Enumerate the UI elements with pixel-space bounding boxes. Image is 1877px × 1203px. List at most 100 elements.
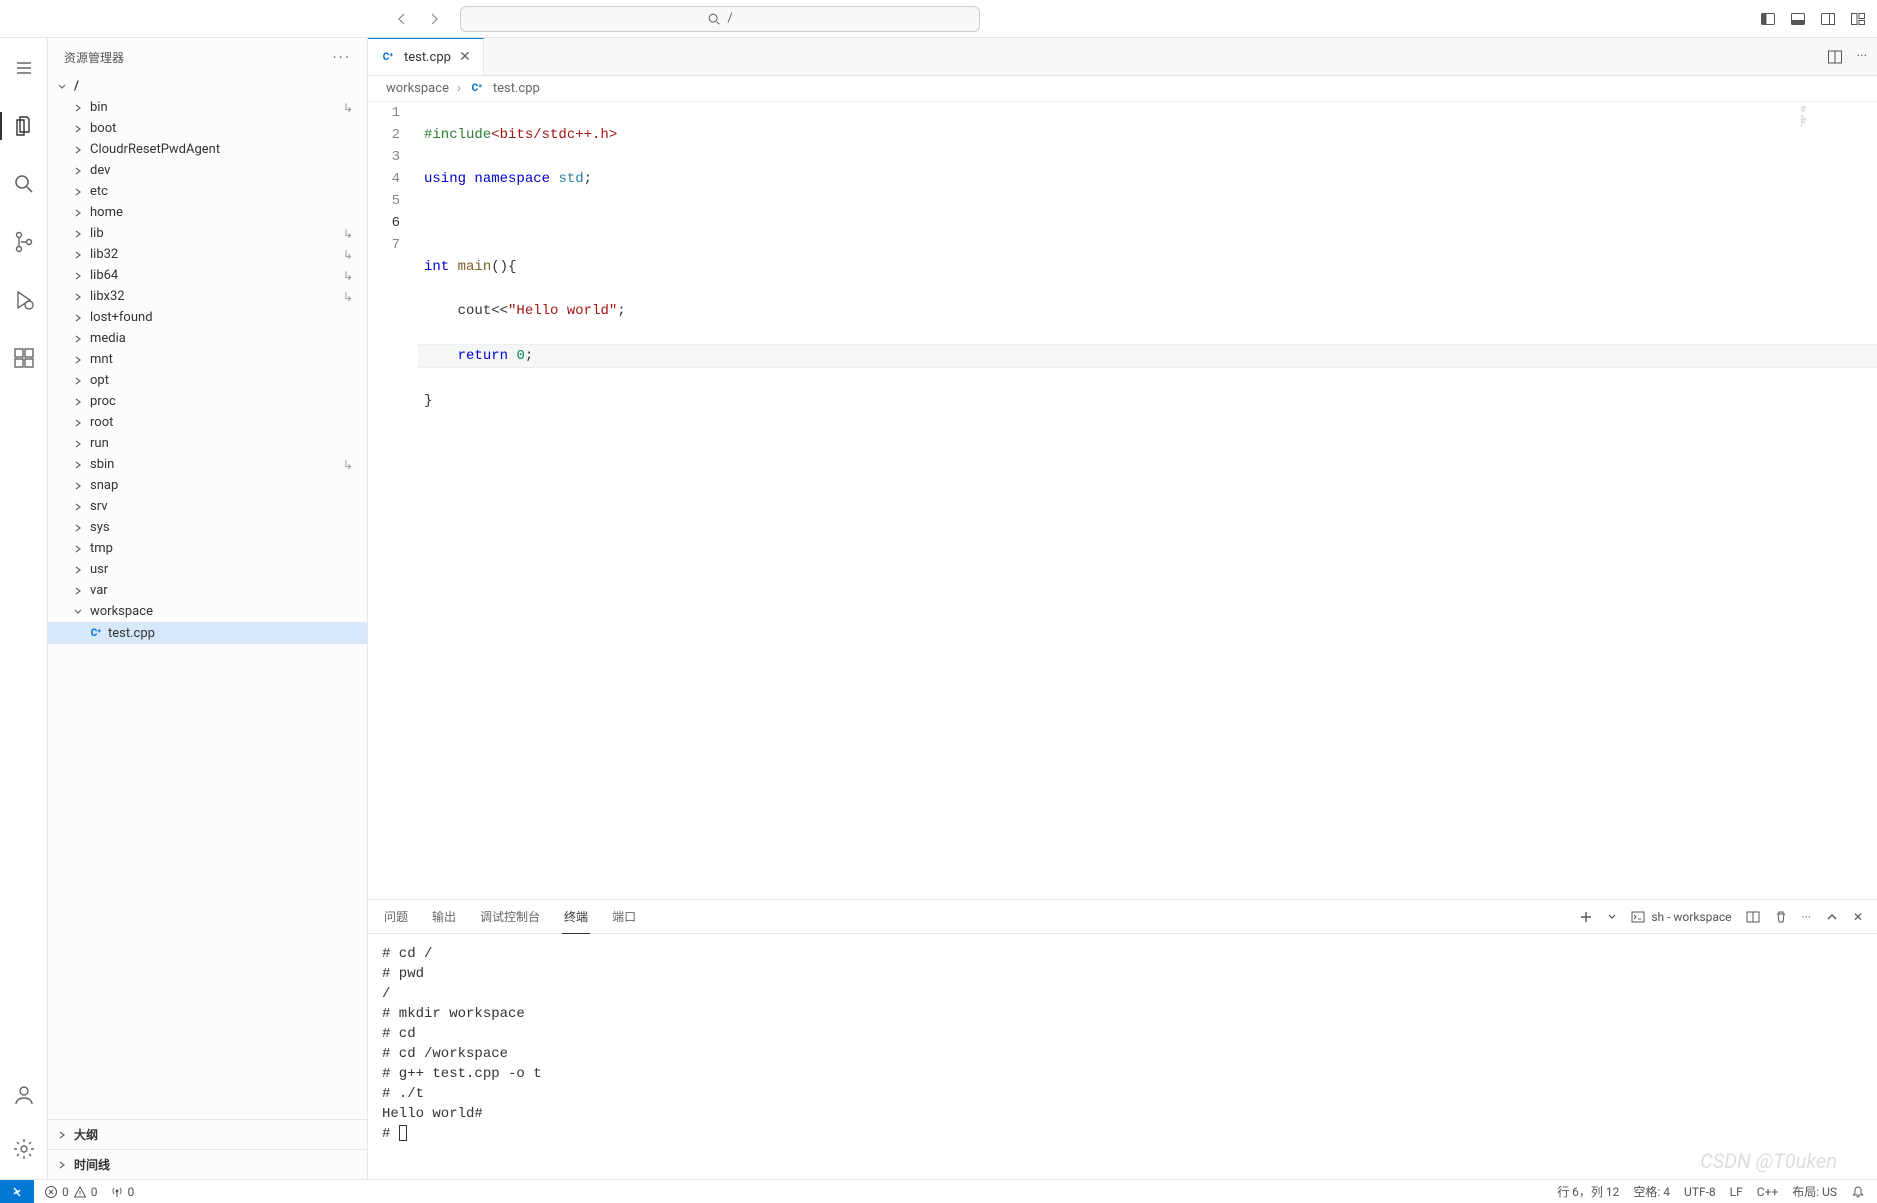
status-encoding[interactable]: UTF-8 <box>1684 1185 1716 1199</box>
search-tab[interactable] <box>0 164 48 204</box>
breadcrumb-item[interactable]: workspace <box>386 81 449 96</box>
menu-button[interactable] <box>0 48 48 88</box>
root-label: / <box>74 79 79 94</box>
tree-folder[interactable]: lib64↳ <box>48 265 367 286</box>
warning-icon <box>73 1185 87 1199</box>
terminal-output[interactable]: # cd / # pwd / # mkdir workspace # cd # … <box>368 934 1877 1179</box>
tree-folder[interactable]: lib32↳ <box>48 244 367 265</box>
tree-folder[interactable]: sys <box>48 517 367 538</box>
tree-folder[interactable]: CloudrResetPwdAgent <box>48 139 367 160</box>
radio-tower-icon <box>110 1185 124 1199</box>
sidebar: 资源管理器 ··· / bin↳ boot CloudrResetPwdAgen… <box>48 38 368 1179</box>
chevron-right-icon: › <box>457 81 461 96</box>
outline-section[interactable]: 大纲 <box>48 1119 367 1149</box>
kill-terminal-icon[interactable] <box>1774 910 1788 924</box>
accounts-button[interactable] <box>0 1075 48 1115</box>
tree-folder-workspace[interactable]: workspace <box>48 601 367 622</box>
panel-tab-output[interactable]: 输出 <box>430 900 458 933</box>
panel-tab-problems[interactable]: 问题 <box>382 900 410 933</box>
status-notifications-icon[interactable] <box>1851 1185 1865 1199</box>
status-language[interactable]: C++ <box>1757 1185 1778 1199</box>
tree-folder[interactable]: home <box>48 202 367 223</box>
tree-folder[interactable]: usr <box>48 559 367 580</box>
tree-folder[interactable]: proc <box>48 391 367 412</box>
status-bar: 0 0 0 行 6，列 12 空格: 4 UTF-8 LF C++ 布局: US <box>0 1179 1877 1203</box>
minimap[interactable]: █████████████████ <box>1797 102 1877 899</box>
command-center[interactable]: / <box>460 6 980 32</box>
breadcrumb-item[interactable]: test.cpp <box>493 81 540 96</box>
terminal-cursor <box>399 1125 407 1141</box>
tab-close-button[interactable]: ✕ <box>459 49 471 65</box>
search-icon <box>707 12 721 26</box>
nav-back-button[interactable] <box>388 5 416 33</box>
tree-folder[interactable]: lib↳ <box>48 223 367 244</box>
tree-folder[interactable]: boot <box>48 118 367 139</box>
tree-folder[interactable]: bin↳ <box>48 97 367 118</box>
tree-folder[interactable]: root <box>48 412 367 433</box>
status-problems[interactable]: 0 0 <box>44 1185 98 1199</box>
error-icon <box>44 1185 58 1199</box>
split-editor-icon[interactable] <box>1827 49 1843 65</box>
tree-folder[interactable]: etc <box>48 181 367 202</box>
code-editor[interactable]: 1 2 3 4 5 6 7 #include<bits/stdc++.h> us… <box>368 102 1877 899</box>
status-cursor-position[interactable]: 行 6，列 12 <box>1557 1183 1619 1200</box>
status-eol[interactable]: LF <box>1730 1185 1743 1199</box>
nav-forward-button[interactable] <box>420 5 448 33</box>
panel-tab-debug-console[interactable]: 调试控制台 <box>478 900 542 933</box>
terminal-dropdown-icon[interactable] <box>1607 912 1617 922</box>
new-terminal-button[interactable] <box>1579 910 1593 924</box>
status-ports[interactable]: 0 <box>110 1185 135 1199</box>
customize-layout-icon[interactable] <box>1847 8 1869 30</box>
source-control-tab[interactable] <box>0 222 48 262</box>
tree-folder[interactable]: mnt <box>48 349 367 370</box>
status-indentation[interactable]: 空格: 4 <box>1633 1183 1670 1200</box>
layout-toggle-primary-sidebar-icon[interactable] <box>1757 8 1779 30</box>
settings-button[interactable] <box>0 1129 48 1169</box>
panel-tab-terminal[interactable]: 终端 <box>562 900 590 934</box>
split-terminal-icon[interactable] <box>1746 910 1760 924</box>
tab-test-cpp[interactable]: C⁺ test.cpp ✕ <box>368 38 484 75</box>
timeline-section[interactable]: 时间线 <box>48 1149 367 1179</box>
editor-area: C⁺ test.cpp ✕ ··· workspace › C⁺ test.cp… <box>368 38 1877 1179</box>
cpp-file-icon: C⁺ <box>380 49 396 65</box>
cpp-file-icon: C⁺ <box>469 81 485 97</box>
tree-file-test-cpp[interactable]: C⁺test.cpp <box>48 622 367 644</box>
run-debug-tab[interactable] <box>0 280 48 320</box>
explorer-tab[interactable] <box>0 106 48 146</box>
sidebar-more-button[interactable]: ··· <box>332 48 351 67</box>
tree-root[interactable]: / <box>48 76 367 97</box>
tree-folder[interactable]: dev <box>48 160 367 181</box>
tree-folder[interactable]: tmp <box>48 538 367 559</box>
panel-close-icon[interactable]: ✕ <box>1853 910 1863 924</box>
more-actions-button[interactable]: ··· <box>1857 49 1867 64</box>
panel-more-button[interactable]: ··· <box>1802 910 1811 924</box>
activity-bar <box>0 38 48 1179</box>
tree-folder[interactable]: srv <box>48 496 367 517</box>
tree-folder[interactable]: media <box>48 328 367 349</box>
tree-folder[interactable]: var <box>48 580 367 601</box>
panel-maximize-icon[interactable] <box>1825 910 1839 924</box>
sidebar-title: 资源管理器 <box>64 49 124 66</box>
cpp-file-icon: C⁺ <box>88 625 104 641</box>
layout-toggle-secondary-sidebar-icon[interactable] <box>1817 8 1839 30</box>
file-tree: / bin↳ boot CloudrResetPwdAgent dev etc … <box>48 76 367 1119</box>
bottom-panel: 问题 输出 调试控制台 终端 端口 sh - workspace ··· ✕ <box>368 899 1877 1179</box>
line-gutter: 1 2 3 4 5 6 7 <box>368 102 418 899</box>
remote-button[interactable] <box>0 1180 34 1203</box>
layout-toggle-panel-icon[interactable] <box>1787 8 1809 30</box>
code-content[interactable]: #include<bits/stdc++.h> using namespace … <box>418 102 1877 899</box>
tree-folder[interactable]: lost+found <box>48 307 367 328</box>
breadcrumb[interactable]: workspace › C⁺ test.cpp <box>368 76 1877 102</box>
search-placeholder: / <box>727 11 732 26</box>
tree-folder[interactable]: run <box>48 433 367 454</box>
panel-tab-ports[interactable]: 端口 <box>610 900 638 933</box>
tree-folder[interactable]: opt <box>48 370 367 391</box>
status-layout[interactable]: 布局: US <box>1792 1183 1837 1200</box>
extensions-tab[interactable] <box>0 338 48 378</box>
tree-folder[interactable]: libx32↳ <box>48 286 367 307</box>
tab-label: test.cpp <box>404 50 451 65</box>
terminal-shell-label[interactable]: sh - workspace <box>1631 910 1731 924</box>
tree-folder[interactable]: sbin↳ <box>48 454 367 475</box>
title-bar: / <box>0 0 1877 38</box>
tree-folder[interactable]: snap <box>48 475 367 496</box>
